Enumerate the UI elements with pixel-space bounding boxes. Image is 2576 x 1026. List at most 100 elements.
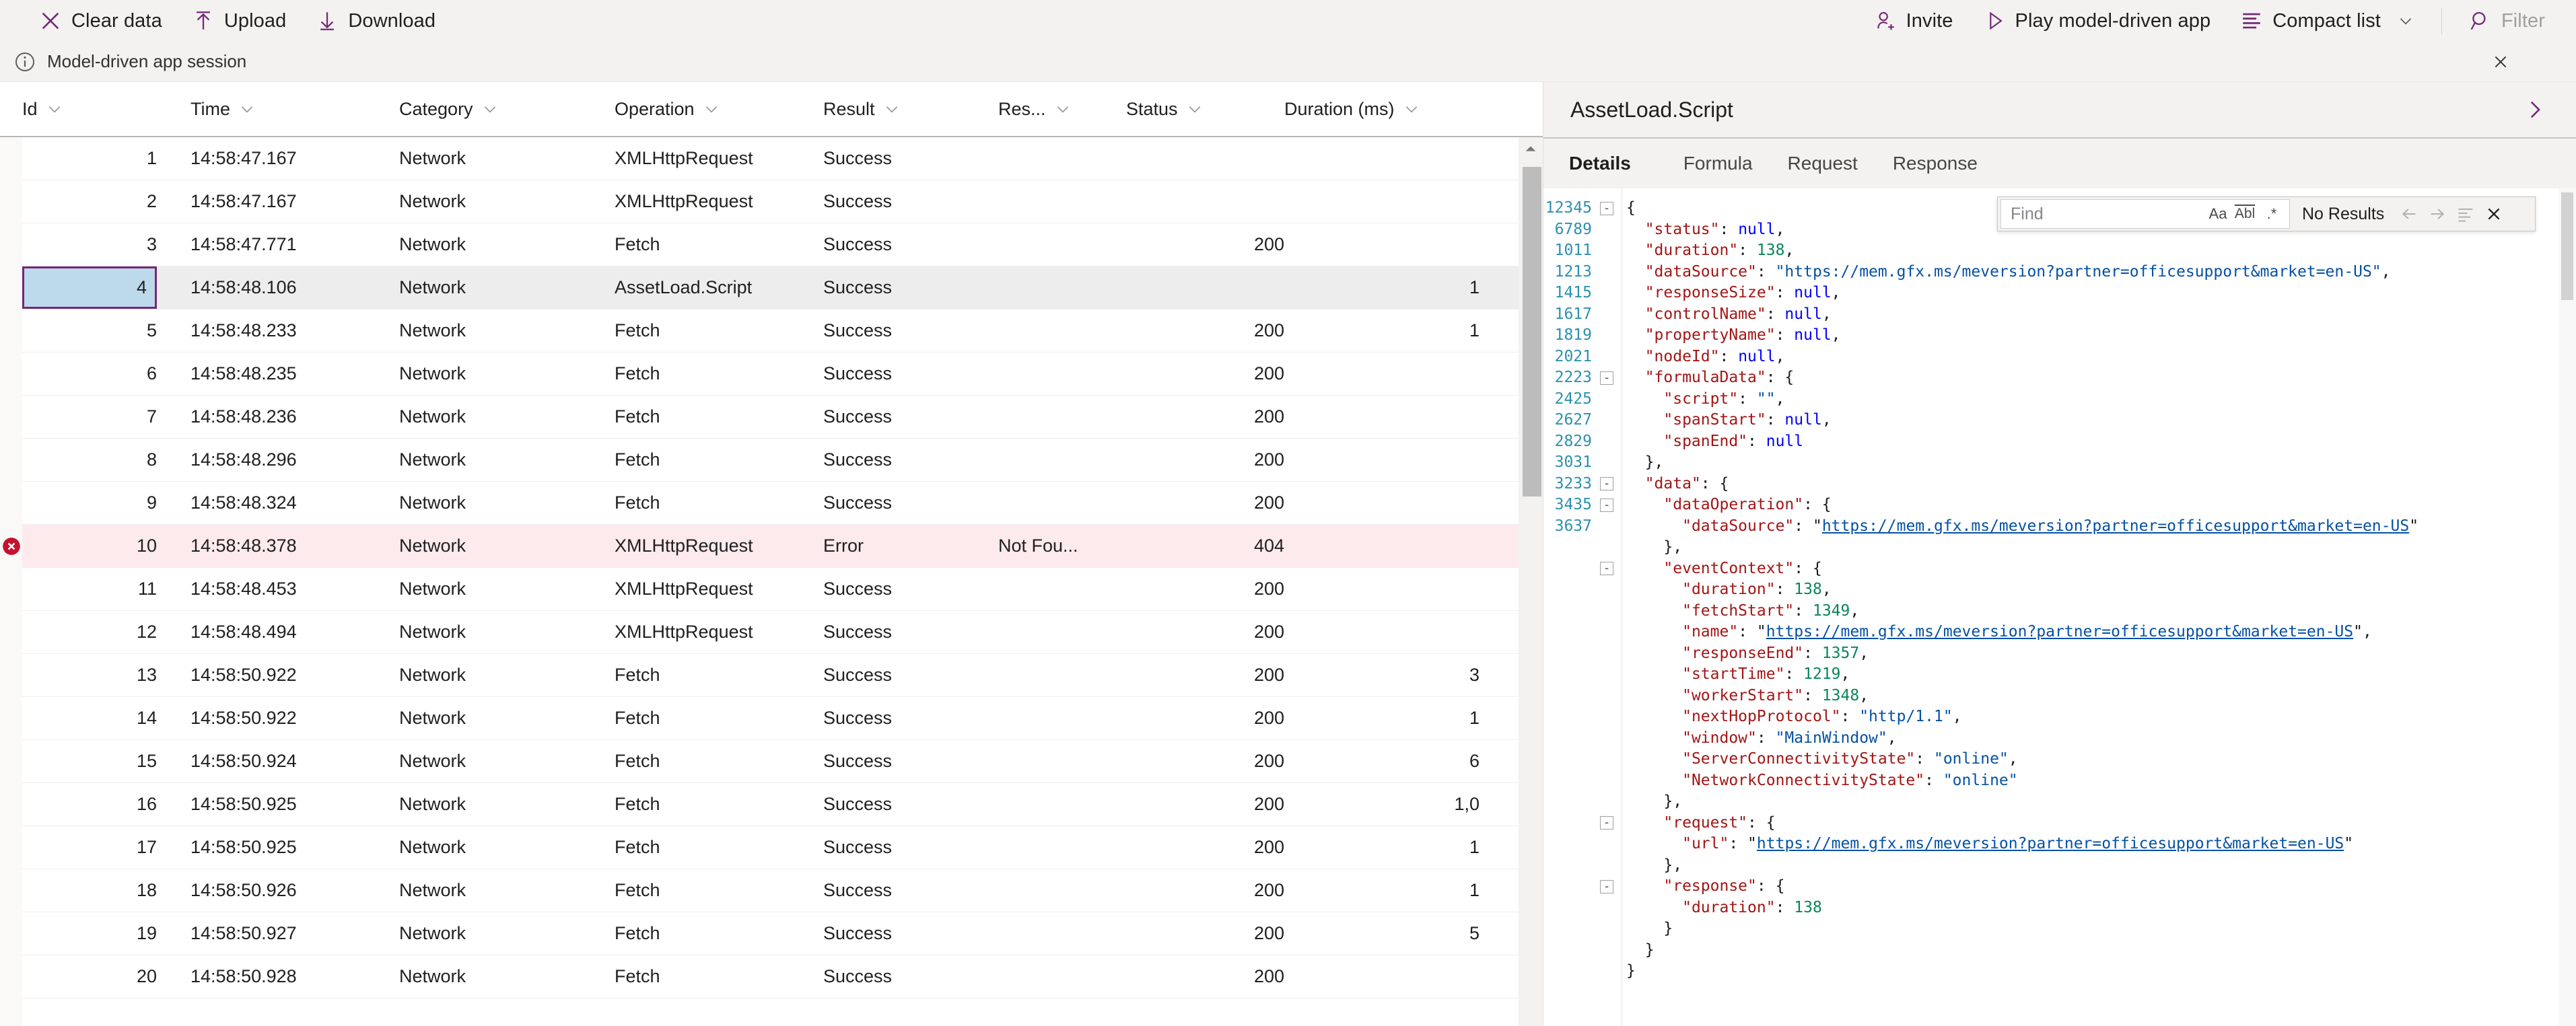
- whole-word-icon[interactable]: Abl: [2231, 200, 2258, 227]
- chevron-down-icon[interactable]: [1403, 100, 1420, 118]
- collapse-box-icon[interactable]: -: [1600, 371, 1613, 385]
- grid-vertical-scrollbar[interactable]: [1519, 137, 1543, 1026]
- code-fold-spacer: [1592, 686, 1622, 707]
- table-row[interactable]: 9 14:58:48.324 Network Fetch Success 200: [22, 482, 1543, 525]
- invite-button[interactable]: Invite: [1859, 0, 1968, 42]
- table-row[interactable]: 12 14:58:48.494 Network XMLHttpRequest Succe…: [22, 611, 1543, 654]
- session-close-button[interactable]: [2487, 48, 2514, 75]
- cell-category: Network: [399, 320, 466, 340]
- table-row[interactable]: 16 14:58:50.925 Network Fetch Success 200 1,0: [22, 783, 1543, 826]
- code-line: "workerStart": 1348,: [1626, 686, 2576, 707]
- play-model-driven-app-label: Play model-driven app: [2015, 9, 2211, 32]
- scroll-up-arrow-icon[interactable]: [1519, 137, 1543, 160]
- cell-time: 14:58:50.925: [190, 794, 297, 814]
- collapse-box-icon[interactable]: -: [1600, 562, 1613, 576]
- find-input-wrapper[interactable]: Aa Abl .*: [2000, 199, 2290, 229]
- code-fold-toggle[interactable]: -: [1592, 198, 1622, 219]
- find-input[interactable]: [2011, 204, 2204, 224]
- table-row[interactable]: 3 14:58:47.771 Network Fetch Success 200: [22, 223, 1543, 266]
- table-row[interactable]: 15 14:58:50.924 Network Fetch Success 200 6: [22, 740, 1543, 783]
- column-header-duration[interactable]: Duration (ms): [1284, 99, 1480, 120]
- chevron-down-icon[interactable]: [46, 100, 63, 118]
- chevron-down-icon[interactable]: [883, 100, 901, 118]
- json-vertical-scrollbar[interactable]: [2558, 188, 2576, 1026]
- table-row[interactable]: 8 14:58:48.296 Network Fetch Success 200: [22, 439, 1543, 482]
- json-scroll-region[interactable]: 1234567891011121314151617181920212223242…: [1543, 188, 2576, 1026]
- compact-list-label: Compact list: [2272, 9, 2381, 32]
- column-header-operation[interactable]: Operation: [615, 99, 823, 120]
- table-row[interactable]: 2 14:58:47.167 Network XMLHttpRequest Succes…: [22, 180, 1543, 223]
- table-row[interactable]: 1 14:58:47.167 Network XMLHttpRequest Succes…: [22, 137, 1543, 180]
- column-header-result[interactable]: Result: [823, 99, 991, 120]
- line-number: 11: [1573, 242, 1592, 259]
- table-row[interactable]: 20 14:58:50.928 Network Fetch Success 200: [22, 955, 1543, 998]
- table-row[interactable]: 6 14:58:48.235 Network Fetch Success 200: [22, 353, 1543, 396]
- filter-button[interactable]: Filter: [2454, 0, 2560, 42]
- find-next-button[interactable]: [2423, 200, 2451, 228]
- json-scrollbar-thumb[interactable]: [2561, 192, 2573, 300]
- find-in-selection-icon[interactable]: [2451, 200, 2480, 228]
- table-row[interactable]: 19 14:58:50.927 Network Fetch Success 200 5: [22, 912, 1543, 955]
- chevron-down-icon[interactable]: [703, 100, 720, 118]
- collapse-box-icon[interactable]: -: [1600, 816, 1613, 830]
- table-row[interactable]: 18 14:58:50.926 Network Fetch Success 200 1: [22, 869, 1543, 912]
- table-row[interactable]: 5 14:58:48.233 Network Fetch Success 200 1: [22, 309, 1543, 353]
- collapse-box-icon[interactable]: -: [1600, 201, 1613, 215]
- table-row[interactable]: 14 14:58:50.922 Network Fetch Success 200 1: [22, 697, 1543, 740]
- code-fold-spacer: [1592, 410, 1622, 431]
- collapse-panel-button[interactable]: [2517, 92, 2552, 127]
- play-model-driven-app-button[interactable]: Play model-driven app: [1968, 0, 2226, 42]
- code-line: "ServerConnectivityState": "online",: [1626, 749, 2576, 770]
- code-fold-toggle[interactable]: -: [1592, 876, 1622, 897]
- url-link[interactable]: https://mem.gfx.ms/meversion?partner=off…: [1766, 623, 2353, 640]
- collapse-box-icon[interactable]: -: [1600, 879, 1613, 893]
- download-button[interactable]: Download: [301, 0, 450, 42]
- scrollbar-thumb[interactable]: [1523, 167, 1541, 497]
- code-fold-toggle[interactable]: -: [1592, 474, 1622, 495]
- tab-response[interactable]: Response: [1875, 139, 1995, 188]
- line-number-gutter: 1234567891011121314151617181920212223242…: [1543, 188, 1592, 1026]
- table-row[interactable]: 7 14:58:48.236 Network Fetch Success 200: [22, 396, 1543, 439]
- column-header-status[interactable]: Status: [1126, 99, 1284, 120]
- code-line: "eventContext": {: [1626, 558, 2576, 580]
- chevron-down-icon[interactable]: [481, 100, 499, 118]
- upload-button[interactable]: Upload: [177, 0, 302, 42]
- collapse-box-icon[interactable]: -: [1600, 498, 1613, 512]
- tab-request[interactable]: Request: [1770, 139, 1875, 188]
- find-close-button[interactable]: [2480, 200, 2508, 228]
- download-label: Download: [348, 9, 436, 32]
- chevron-down-icon[interactable]: [1186, 100, 1204, 118]
- column-header-category[interactable]: Category: [399, 99, 615, 120]
- find-previous-button[interactable]: [2395, 200, 2423, 228]
- chevron-down-icon[interactable]: [238, 100, 256, 118]
- column-header-id[interactable]: Id: [22, 99, 157, 120]
- collapse-box-icon[interactable]: -: [1600, 477, 1613, 491]
- regex-icon[interactable]: .*: [2258, 200, 2285, 227]
- table-row[interactable]: 17 14:58:50.925 Network Fetch Success 200 1: [22, 826, 1543, 869]
- tab-details[interactable]: Details: [1569, 139, 1648, 188]
- code-fold-toggle[interactable]: -: [1592, 813, 1622, 834]
- table-row[interactable]: 4 14:58:48.106 Network AssetLoad.Script Succ…: [22, 266, 1543, 309]
- url-link[interactable]: https://mem.gfx.ms/meversion?partner=off…: [1757, 835, 2344, 852]
- table-row[interactable]: 11 14:58:48.453 Network XMLHttpRequest Succe…: [22, 568, 1543, 611]
- tab-formula[interactable]: Formula: [1666, 139, 1770, 188]
- column-header-res[interactable]: Res...: [998, 99, 1126, 120]
- clear-data-button[interactable]: Clear data: [24, 0, 177, 42]
- url-link[interactable]: https://mem.gfx.ms/meversion?partner=off…: [1822, 517, 2409, 535]
- code-fold-toggle[interactable]: -: [1592, 558, 1622, 580]
- json-code-content[interactable]: { "status": null, "duration": 138, "data…: [1622, 188, 2576, 1026]
- code-fold-toggle[interactable]: -: [1592, 494, 1622, 516]
- column-header-time[interactable]: Time: [190, 99, 359, 120]
- table-row[interactable]: 10 14:58:48.378 Network XMLHttpRequest Error…: [2, 525, 1543, 568]
- code-token: "dataSource": [1682, 517, 1795, 535]
- code-fold-spacer: [1592, 240, 1622, 262]
- compact-list-button[interactable]: Compact list: [2225, 0, 2429, 42]
- code-fold-toggle[interactable]: -: [1592, 367, 1622, 389]
- match-case-icon[interactable]: Aa: [2204, 200, 2231, 227]
- code-token: "url": [1682, 835, 1729, 852]
- line-number: 31: [1573, 453, 1592, 471]
- table-row[interactable]: 13 14:58:50.922 Network Fetch Success 200 3: [22, 654, 1543, 697]
- chevron-down-icon[interactable]: [1054, 100, 1072, 118]
- code-line: "window": "MainWindow",: [1626, 728, 2576, 749]
